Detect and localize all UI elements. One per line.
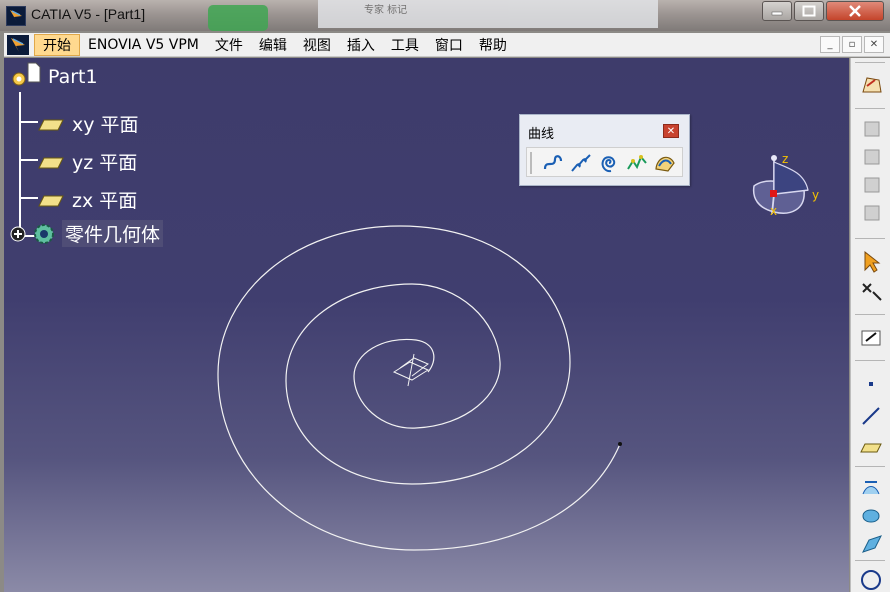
spine-icon[interactable] bbox=[541, 151, 565, 175]
menu-help[interactable]: 帮助 bbox=[471, 34, 515, 56]
document-window-controls: _ ▫ ✕ bbox=[820, 36, 884, 53]
revolve-surface-icon[interactable] bbox=[859, 504, 885, 528]
sketch-icon[interactable] bbox=[859, 326, 885, 350]
background-blur-text: 专家 标记 bbox=[364, 5, 408, 16]
body-gear-icon bbox=[30, 221, 60, 247]
circle-icon[interactable] bbox=[859, 568, 885, 592]
sketcher-workbench-icon[interactable] bbox=[859, 72, 885, 96]
disabled-tool-icon-4[interactable] bbox=[859, 202, 885, 226]
spiral-icon[interactable] bbox=[597, 151, 621, 175]
isoparametric-curve-icon[interactable] bbox=[653, 151, 677, 175]
document-icon[interactable] bbox=[7, 34, 29, 55]
toolbar-grip[interactable] bbox=[530, 152, 532, 174]
compass-x-label: x bbox=[770, 204, 778, 218]
window-title: CATIA V5 - [Part1] bbox=[31, 6, 146, 22]
menu-enovia[interactable]: ENOVIA V5 VPM bbox=[80, 34, 207, 56]
doc-restore-button[interactable]: ▫ bbox=[842, 36, 862, 53]
plane-icon bbox=[38, 193, 64, 207]
curves-toolbar-close-button[interactable]: ✕ bbox=[663, 124, 679, 138]
doc-close-button[interactable]: ✕ bbox=[864, 36, 884, 53]
window-titlebar: CATIA V5 - [Part1] 专家 标记 bbox=[0, 0, 890, 31]
compass-y-label: y bbox=[812, 188, 820, 202]
menu-start[interactable]: 开始 bbox=[34, 33, 80, 56]
minimize-button[interactable] bbox=[762, 1, 792, 21]
doc-minimize-button[interactable]: _ bbox=[820, 36, 840, 53]
curves-toolbar-title: 曲线 bbox=[528, 127, 555, 142]
catia-logo-icon bbox=[6, 6, 26, 26]
part-document-icon bbox=[26, 62, 42, 84]
tree-connector-lines bbox=[19, 92, 40, 237]
point-icon[interactable] bbox=[859, 372, 885, 396]
tree-item-xy-plane[interactable]: xy 平面 bbox=[38, 110, 139, 137]
select-trap-icon[interactable] bbox=[859, 280, 885, 304]
menu-insert[interactable]: 插入 bbox=[339, 34, 383, 56]
tree-label-xy-plane: xy 平面 bbox=[72, 114, 139, 136]
3d-viewport[interactable]: Part1 xy 平面 yz 平面 zx 平面 零件几何体 z y x bbox=[4, 58, 849, 592]
spiral-curve[interactable] bbox=[4, 58, 849, 592]
tree-root-part[interactable]: Part1 bbox=[8, 62, 98, 88]
extrude-surface-icon[interactable] bbox=[859, 476, 885, 500]
plane-icon bbox=[38, 117, 64, 131]
close-button[interactable] bbox=[826, 1, 884, 21]
menu-bar: 开始 ENOVIA V5 VPM 文件 编辑 视图 插入 工具 窗口 帮助 _ … bbox=[4, 33, 890, 57]
helix-icon[interactable] bbox=[569, 151, 593, 175]
tree-label-yz-plane: yz 平面 bbox=[72, 152, 138, 174]
tree-item-part-body[interactable]: 零件几何体 bbox=[10, 220, 164, 247]
maximize-button[interactable] bbox=[794, 1, 824, 21]
tree-label-zx-plane: zx 平面 bbox=[72, 190, 138, 212]
sweep-surface-icon[interactable] bbox=[859, 532, 885, 556]
tree-item-zx-plane[interactable]: zx 平面 bbox=[38, 186, 137, 213]
origin-axis-symbol bbox=[392, 353, 430, 387]
disabled-tool-icon-3[interactable] bbox=[859, 174, 885, 198]
curves-toolbar-body bbox=[526, 147, 683, 177]
menu-file[interactable]: 文件 bbox=[207, 34, 251, 56]
compass-widget[interactable]: z y x bbox=[744, 150, 824, 226]
curves-toolbar[interactable]: 曲线 ✕ bbox=[519, 114, 690, 186]
right-toolbar bbox=[850, 58, 890, 592]
disabled-tool-icon-2[interactable] bbox=[859, 146, 885, 170]
tree-label-part-body: 零件几何体 bbox=[62, 220, 164, 247]
tree-label-part1: Part1 bbox=[48, 66, 98, 88]
menu-edit[interactable]: 编辑 bbox=[251, 34, 295, 56]
spiral-path bbox=[217, 225, 621, 551]
line-icon[interactable] bbox=[859, 404, 885, 428]
plane-icon bbox=[38, 155, 64, 169]
tree-item-yz-plane[interactable]: yz 平面 bbox=[38, 148, 137, 175]
menu-window[interactable]: 窗口 bbox=[427, 34, 471, 56]
select-arrow-icon[interactable] bbox=[859, 250, 885, 274]
compass-z-label: z bbox=[782, 152, 789, 166]
disabled-tool-icon-1[interactable] bbox=[859, 118, 885, 142]
background-window-blur bbox=[208, 5, 268, 31]
background-window-blur-2: 专家 标记 bbox=[318, 0, 658, 28]
menu-view[interactable]: 视图 bbox=[295, 34, 339, 56]
expand-plus-icon[interactable] bbox=[10, 226, 26, 242]
menu-tools[interactable]: 工具 bbox=[383, 34, 427, 56]
plane-tool-icon[interactable] bbox=[859, 436, 885, 460]
curve-smooth-icon[interactable] bbox=[625, 151, 649, 175]
